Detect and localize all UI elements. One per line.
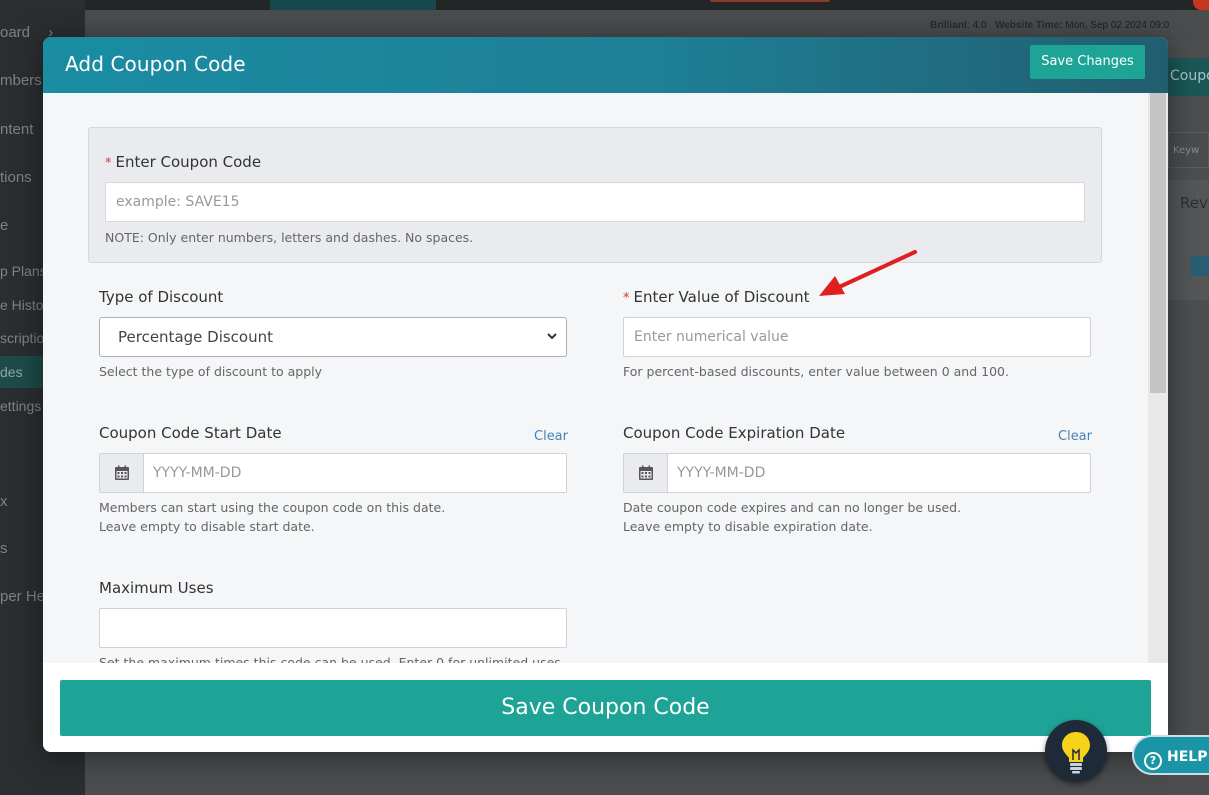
rating-value: 4.0 — [972, 20, 987, 31]
discount-type-label: Type of Discount — [99, 288, 224, 306]
expiration-date-clear-link[interactable]: Clear — [1058, 429, 1092, 444]
sidebar-item-options[interactable]: tions — [0, 169, 32, 186]
start-date-field[interactable]: YYYY-MM-DD — [99, 453, 567, 493]
chevron-down-icon — [546, 318, 558, 371]
start-date-input[interactable]: YYYY-MM-DD — [144, 454, 566, 492]
website-time-label: Website Time: — [995, 20, 1063, 31]
background-card: Rev — [1168, 180, 1209, 300]
price-tag — [1190, 256, 1209, 276]
sidebar-item-coupon-codes[interactable]: des — [0, 364, 23, 380]
scrollbar-thumb[interactable] — [1150, 93, 1166, 393]
calendar-icon[interactable] — [624, 454, 668, 492]
start-date-help-2: Leave empty to disable start date. — [99, 519, 315, 534]
topbar-tab — [270, 0, 436, 10]
background-topbar — [85, 0, 1209, 10]
topbar-pill — [710, 0, 830, 2]
lightbulb-icon — [1062, 732, 1090, 774]
website-time-value: Mon, Sep 02 2024 09:0 — [1065, 20, 1170, 31]
expiration-date-help-2: Leave empty to disable expiration date. — [623, 519, 873, 534]
sidebar-item-e[interactable]: e — [0, 217, 8, 234]
rating-label: Brilliant — [930, 20, 968, 31]
modal-header: Add Coupon Code Save Changes — [43, 37, 1168, 93]
sidebar-item-x[interactable]: x — [0, 493, 8, 510]
discount-type-select[interactable]: Percentage Discount — [99, 317, 567, 357]
coupon-code-input[interactable]: example: SAVE15 — [105, 182, 1085, 222]
discount-value-input[interactable]: Enter numerical value — [623, 317, 1091, 357]
modal-scrollbar[interactable] — [1148, 93, 1168, 663]
website-info: Brilliant: 4.0 Website Time: Mon, Sep 02… — [930, 20, 1170, 31]
add-coupon-modal: Add Coupon Code Save Changes * Enter Coup… — [43, 37, 1168, 752]
expiration-date-help-1: Date coupon code expires and can no long… — [623, 500, 962, 515]
max-uses-help: Set the maximum times this code can be u… — [99, 655, 565, 663]
lightbulb-button[interactable] — [1045, 720, 1107, 782]
notification-dot — [1193, 0, 1209, 10]
modal-body: * Enter Coupon Code example: SAVE15 NOTE:… — [43, 93, 1148, 663]
required-mark: * — [623, 291, 630, 306]
expiration-date-field[interactable]: YYYY-MM-DD — [623, 453, 1091, 493]
modal-title: Add Coupon Code — [65, 52, 246, 76]
column-header: Rev — [1180, 194, 1208, 212]
required-mark: * — [105, 156, 112, 171]
calendar-icon[interactable] — [100, 454, 144, 492]
coupon-code-note: NOTE: Only enter numbers, letters and da… — [105, 230, 474, 245]
expiration-date-input[interactable]: YYYY-MM-DD — [668, 454, 1090, 492]
discount-value-help: For percent-based discounts, enter value… — [623, 364, 1009, 379]
save-changes-button[interactable]: Save Changes — [1030, 45, 1145, 79]
start-date-clear-link[interactable]: Clear — [534, 429, 568, 444]
sidebar-item-plans[interactable]: p Plans — [0, 263, 47, 279]
annotation-arrow-icon — [819, 250, 917, 296]
sidebar-item-content[interactable]: ntent — [0, 121, 33, 138]
start-date-help-1: Members can start using the coupon code … — [99, 500, 446, 515]
modal-footer: Save Coupon Code — [43, 663, 1168, 752]
question-icon: ? — [1144, 752, 1162, 770]
sidebar-item-s[interactable]: s — [0, 540, 8, 557]
max-uses-label: Maximum Uses — [99, 579, 214, 597]
expiration-date-label: Coupon Code Expiration Date — [623, 424, 846, 442]
max-uses-input[interactable] — [99, 608, 567, 648]
sidebar-item-settings[interactable]: ettings — [0, 398, 41, 414]
help-button[interactable]: ? HELP — [1132, 735, 1209, 775]
coupon-code-section: * Enter Coupon Code example: SAVE15 NOTE:… — [88, 127, 1102, 263]
sidebar-item-members[interactable]: mbers — [0, 72, 42, 89]
new-coupon-button[interactable]: Coupon — [1168, 58, 1209, 96]
save-coupon-code-button[interactable]: Save Coupon Code — [60, 680, 1151, 736]
discount-value-label: * Enter Value of Discount — [623, 288, 810, 306]
discount-type-help: Select the type of discount to apply — [99, 364, 323, 379]
coupon-code-label: * Enter Coupon Code — [105, 153, 262, 171]
background-search-input[interactable]: Keyw — [1168, 132, 1209, 168]
start-date-label: Coupon Code Start Date — [99, 424, 282, 442]
